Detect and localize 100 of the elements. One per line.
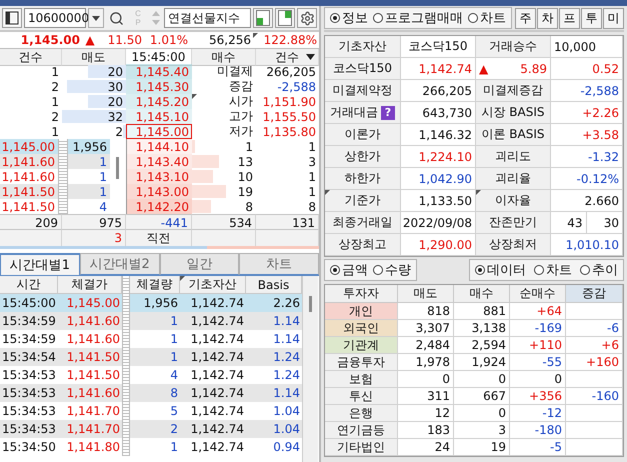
investor-name: 기관계 — [325, 337, 398, 354]
radio-icon[interactable] — [468, 13, 478, 23]
corner-mark-icon — [180, 276, 185, 281]
shortcut-button[interactable]: 프 — [559, 8, 580, 28]
radio-option[interactable]: 수량 — [373, 261, 411, 279]
volume-ratio: 122.88% — [262, 33, 318, 47]
panel-icon[interactable] — [275, 8, 295, 28]
value-cell: 1,042.90 — [401, 168, 476, 190]
ask-price[interactable]: 1,145.40 — [126, 64, 192, 79]
tick-price: 1,145.00 — [0, 139, 58, 154]
quantity-cell: 1 — [130, 312, 180, 330]
shortcut-button[interactable]: 투 — [581, 8, 602, 28]
ask-price[interactable]: 1,145.00 — [126, 124, 192, 139]
shortcut-button[interactable]: 주 — [515, 8, 536, 28]
bid-price[interactable]: 1,143.40 — [126, 154, 192, 169]
ask-price[interactable]: 1,145.30 — [126, 79, 192, 94]
scrollbar[interactable] — [302, 276, 318, 462]
radio-icon[interactable] — [330, 13, 340, 23]
sell-cell: 1,978 — [398, 354, 454, 371]
radio-option[interactable]: 추이 — [580, 261, 618, 279]
column-header: 매수 — [454, 285, 510, 303]
value-cell: 1,224.10 — [401, 146, 476, 168]
column-header: 건수 — [0, 49, 62, 66]
ask-price[interactable]: 1,145.10 — [126, 109, 192, 124]
sell-cell: 818 — [398, 303, 454, 320]
ask-price[interactable]: 1,145.20 — [126, 94, 192, 109]
value-cell: -2,588 — [551, 80, 623, 102]
radio-option[interactable]: 정보 — [330, 9, 368, 27]
label-text: 상장최고 — [338, 236, 386, 253]
label-text: 기준가 — [344, 192, 380, 209]
buy-cell: 3 — [454, 422, 510, 439]
corner-mark-icon — [192, 94, 197, 99]
change-cell: -160 — [566, 388, 623, 405]
bid-price[interactable]: 1,143.00 — [126, 184, 192, 199]
layout-icon[interactable] — [2, 8, 22, 28]
name-field[interactable]: 연결선물지수 — [164, 8, 251, 28]
quantity-cell: 1,956 — [130, 294, 180, 312]
net-cell: 0 — [510, 371, 566, 388]
order-count: 1 — [307, 184, 317, 199]
stat-label: 고가 — [228, 109, 254, 124]
investor-name: 외국인 — [325, 320, 398, 337]
change-cell: +160 — [566, 354, 623, 371]
sell-cell: 2,484 — [398, 337, 454, 354]
radio-option[interactable]: 금액 — [330, 261, 368, 279]
radio-icon[interactable] — [373, 265, 383, 275]
footer-cell — [0, 229, 62, 246]
label-text: 이자율 — [495, 192, 531, 209]
radio-option[interactable]: 프로그램매매 — [373, 9, 463, 27]
tab[interactable]: 시간대별1 — [0, 253, 80, 275]
net-cell: +356 — [510, 388, 566, 405]
help-button[interactable]: ? — [381, 106, 395, 120]
label-text: 이론 BASIS — [481, 126, 545, 143]
sell-cell: 12 — [398, 405, 454, 422]
radio-option[interactable]: 데이터 — [475, 261, 526, 279]
base-cell: 1,142.74 — [180, 384, 246, 402]
panel-icon[interactable] — [253, 8, 273, 28]
radio-icon[interactable] — [534, 265, 544, 275]
tab[interactable]: 시간대별2 — [80, 253, 160, 275]
shortcut-button[interactable]: 차 — [537, 8, 558, 28]
time-cell: 15:34:59 — [0, 312, 58, 330]
ask-quantity: 20 — [62, 64, 126, 79]
radio-icon[interactable] — [330, 265, 340, 275]
label-text: 잔존만기 — [489, 214, 537, 231]
radio-icon[interactable] — [475, 265, 485, 275]
tab[interactable]: 일간 — [160, 253, 240, 275]
radio-icon[interactable] — [373, 13, 383, 23]
shortcut-button[interactable]: 미 — [603, 8, 624, 28]
label-text: 최종거래일 — [332, 214, 392, 231]
bid-price[interactable]: 1,144.10 — [126, 139, 192, 154]
investor-name: 금융투자 — [325, 354, 398, 371]
order-count: 3 — [307, 154, 317, 169]
dropdown-button[interactable] — [88, 8, 104, 28]
bid-price[interactable]: 1,143.10 — [126, 169, 192, 184]
column-header: 체결량 — [130, 276, 180, 294]
order-count: 1 — [50, 94, 60, 109]
previous-label: 직전 — [126, 229, 192, 246]
up-arrow: ▲ — [479, 62, 488, 76]
radio-option[interactable]: 차트 — [468, 9, 506, 27]
dropdown-icon[interactable] — [306, 54, 315, 60]
net-cell: -12 — [510, 405, 566, 422]
value-cell: 코스닥150 — [401, 36, 476, 58]
label-text: 코스닥150 — [333, 60, 392, 77]
quantity-cell: 8 — [130, 384, 180, 402]
time-cell: 15:45:00 — [0, 294, 58, 312]
column-header: 증감 — [566, 285, 623, 303]
volume: 56,256 — [188, 33, 258, 47]
radio-icon[interactable] — [580, 265, 590, 275]
scrollbar-thumb[interactable] — [309, 296, 312, 312]
net-cell: -180 — [510, 422, 566, 439]
tab[interactable]: 차트 — [239, 253, 319, 275]
code-field[interactable]: 10600000 — [24, 8, 86, 28]
settings-icon[interactable] — [297, 8, 317, 28]
radio-option[interactable]: 차트 — [534, 261, 572, 279]
value-cell: -1.32 — [551, 146, 623, 168]
base-cell: 1,142.74 — [180, 312, 246, 330]
value-cell: 2022/09/08 — [401, 212, 476, 234]
column-header: 15:45:00 — [126, 49, 192, 66]
column-header: 매도 — [62, 49, 126, 66]
label-text: 상한가 — [344, 148, 380, 165]
scrollbar-thumb[interactable] — [116, 157, 119, 179]
